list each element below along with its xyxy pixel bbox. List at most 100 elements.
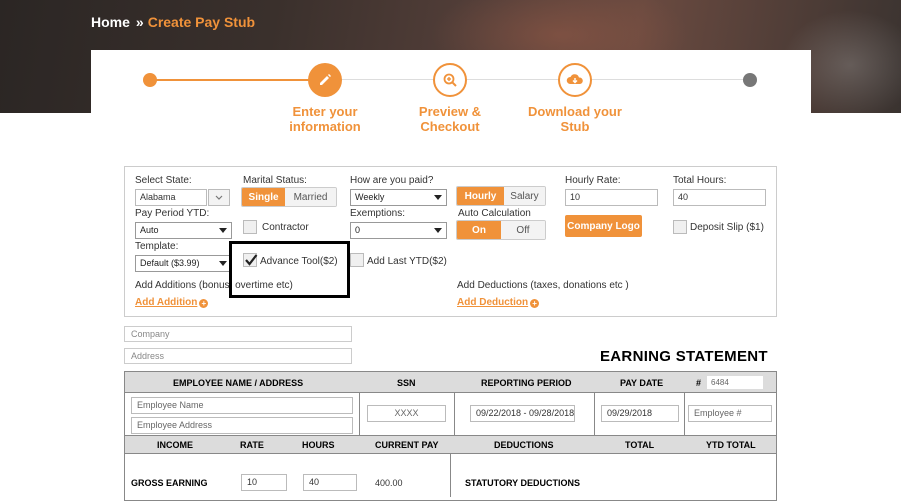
header-employee: EMPLOYEE NAME / ADDRESS: [173, 378, 304, 388]
statutory-deductions-label: STATUTORY DEDUCTIONS: [465, 478, 581, 488]
plus-circle-icon: +: [199, 299, 209, 308]
contractor-label: Contractor: [262, 222, 309, 233]
magnify-plus-icon: [443, 73, 457, 87]
company-logo-button[interactable]: Company Logo: [565, 215, 642, 237]
pencil-icon: [320, 74, 331, 85]
contractor-checkbox[interactable]: [243, 220, 257, 234]
add-last-ytd-checkbox[interactable]: [350, 253, 364, 267]
gross-current-pay: 400.00: [375, 478, 403, 488]
step-2-circle[interactable]: [433, 63, 467, 97]
reporting-period-input[interactable]: 09/22/2018 - 09/28/2018: [470, 405, 575, 422]
pay-period-ytd-select[interactable]: Auto: [135, 222, 232, 239]
step-2-label: Preview & Checkout: [390, 104, 510, 134]
ssn-input[interactable]: XXXX: [367, 405, 446, 422]
auto-calculation-toggle: On Off: [456, 220, 546, 240]
state-label: Select State:: [135, 175, 192, 186]
dropdown-caret-icon: [434, 195, 442, 200]
add-deduction-link[interactable]: Add Deduction +: [457, 297, 540, 308]
header-rate: RATE: [240, 440, 264, 450]
header-pay-date: PAY DATE: [620, 378, 664, 388]
progress-remaining: [325, 79, 750, 80]
stub-number-input[interactable]: 6484: [707, 376, 763, 389]
step-3-label-line1: Download your: [528, 104, 622, 119]
pay-period-ytd-label: Pay Period YTD:: [135, 208, 210, 219]
step-1-circle[interactable]: [308, 63, 342, 97]
auto-calculation-label: Auto Calculation: [458, 208, 531, 219]
pay-frequency-select[interactable]: Weekly: [350, 189, 447, 206]
pay-period-ytd-value: Auto: [140, 225, 159, 235]
marital-status-label: Marital Status:: [243, 175, 307, 186]
header-total: TOTAL: [625, 440, 655, 450]
chevron-down-icon: [215, 195, 223, 200]
employee-number-input[interactable]: Employee #: [688, 405, 772, 422]
gross-rate-input[interactable]: 10: [241, 474, 287, 491]
step-1-label-line2: information: [289, 119, 361, 134]
employee-address-input[interactable]: Employee Address: [131, 417, 353, 434]
step-3-label-line2: Stub: [560, 119, 590, 134]
add-addition-link[interactable]: Add Addition +: [135, 297, 209, 308]
step-3-circle[interactable]: [558, 63, 592, 97]
step-1-label-line1: Enter your: [292, 104, 358, 119]
column-divider: [454, 393, 455, 435]
marital-married-option[interactable]: Married: [285, 188, 336, 206]
gross-earning-label: GROSS EARNING: [131, 478, 208, 488]
exemptions-select[interactable]: 0: [350, 222, 447, 239]
highlight-box: [229, 241, 350, 298]
exemptions-label: Exemptions:: [350, 208, 406, 219]
template-label: Template:: [135, 241, 179, 252]
add-deduction-label: Add Deduction: [457, 297, 529, 308]
dropdown-caret-icon: [219, 228, 227, 233]
pay-type-toggle: Hourly Salary: [456, 186, 546, 206]
hourly-rate-label: Hourly Rate:: [565, 175, 621, 186]
dropdown-caret-icon: [219, 261, 227, 266]
gross-hours-input[interactable]: 40: [303, 474, 357, 491]
pay-type-hourly-option[interactable]: Hourly: [457, 187, 504, 205]
column-divider: [684, 393, 685, 435]
template-value: Default ($3.99): [140, 258, 200, 268]
breadcrumb-current: Create Pay Stub: [147, 14, 256, 30]
address-input[interactable]: Address: [124, 348, 352, 364]
add-addition-label: Add Addition: [135, 297, 198, 308]
marital-single-option[interactable]: Single: [242, 188, 286, 206]
column-divider: [594, 393, 595, 435]
pay-type-salary-option[interactable]: Salary: [503, 187, 545, 205]
header-reporting-period: REPORTING PERIOD: [481, 378, 572, 388]
employee-name-input[interactable]: Employee Name: [131, 397, 353, 414]
header-ytd-total: YTD TOTAL: [706, 440, 756, 450]
progress-done: [150, 79, 325, 81]
column-divider: [359, 393, 360, 435]
step-2-label-line1: Preview &: [418, 104, 482, 119]
deposit-slip-label: Deposit Slip ($1): [690, 222, 764, 233]
breadcrumb-home[interactable]: Home: [91, 14, 130, 30]
pay-frequency-value: Weekly: [355, 192, 385, 202]
pay-frequency-label: How are you paid?: [350, 175, 434, 186]
exemptions-value: 0: [355, 225, 361, 235]
state-select[interactable]: Alabama: [135, 189, 207, 206]
add-last-ytd-label: Add Last YTD($2): [367, 256, 447, 267]
header-hours: HOURS: [302, 440, 335, 450]
marital-status-toggle: Single Married: [241, 187, 337, 207]
deposit-slip-checkbox[interactable]: [673, 220, 687, 234]
header-deductions: DEDUCTIONS: [494, 440, 554, 450]
header-number-sign: #: [696, 378, 702, 388]
template-select[interactable]: Default ($3.99): [135, 255, 232, 272]
breadcrumb-separator: »: [135, 14, 144, 30]
cloud-download-icon: [566, 74, 583, 84]
step-2-label-line2: Checkout: [420, 119, 480, 134]
step-3-label: Download your Stub: [515, 104, 635, 134]
progress-end-dot: [743, 73, 757, 87]
auto-calc-off-option[interactable]: Off: [501, 221, 545, 239]
company-input[interactable]: Company: [124, 326, 352, 342]
header-ssn: SSN: [397, 378, 416, 388]
earnings-header-row: [124, 435, 777, 454]
deductions-text: Add Deductions (taxes, donations etc ): [457, 280, 629, 291]
auto-calc-on-option[interactable]: On: [457, 221, 501, 239]
progress-start-dot: [143, 73, 157, 87]
hourly-rate-input[interactable]: 10: [565, 189, 658, 206]
total-hours-input[interactable]: 40: [673, 189, 766, 206]
state-dropdown-button[interactable]: [208, 189, 230, 206]
column-divider: [450, 454, 451, 497]
dropdown-caret-icon: [434, 228, 442, 233]
pay-date-input[interactable]: 09/29/2018: [601, 405, 679, 422]
header-income: INCOME: [157, 440, 193, 450]
